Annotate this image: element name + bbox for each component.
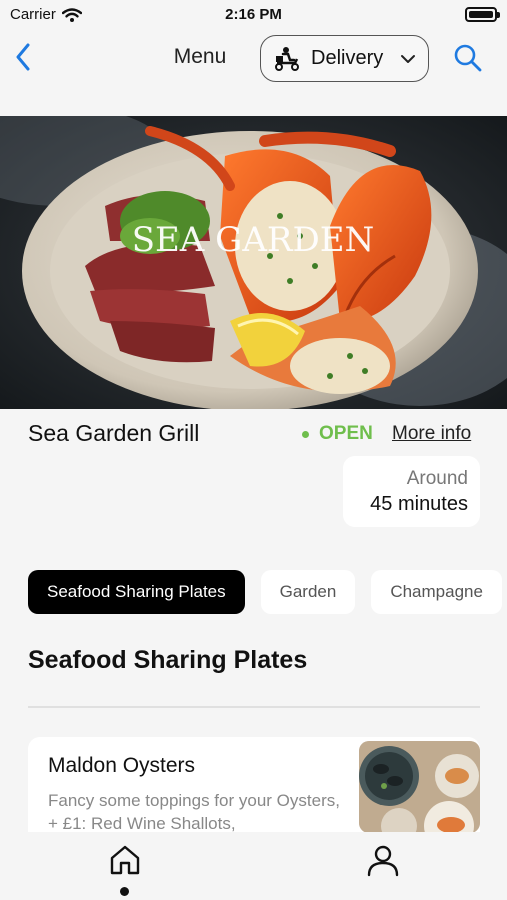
open-status-badge: OPEN [302, 423, 373, 445]
scooter-icon [275, 46, 299, 71]
delivery-time-value: 45 minutes [370, 493, 468, 515]
category-chip-garden[interactable]: Garden [260, 570, 356, 614]
menu-item-description: Fancy some toppings for your Oysters, + … [48, 791, 340, 833]
battery-icon [465, 7, 500, 22]
status-bar: Carrier 2:16 PM [0, 0, 507, 30]
home-icon [110, 845, 140, 875]
more-info-link[interactable]: More info [392, 423, 471, 445]
chevron-down-icon [400, 54, 416, 64]
menu-item-card[interactable]: Maldon Oysters Fancy some toppings for y… [28, 737, 480, 833]
restaurant-hero-image: SEA GARDEN [0, 116, 507, 409]
tab-home[interactable] [105, 840, 145, 880]
page-title: Menu [173, 45, 227, 68]
delivery-mode-selector[interactable]: Delivery [260, 35, 429, 82]
hero-logo-text: SEA GARDEN [132, 220, 375, 260]
category-chip-seafood-sharing-plates[interactable]: Seafood Sharing Plates [28, 570, 245, 614]
menu-item-name: Maldon Oysters [48, 754, 196, 777]
category-chip-champagne[interactable]: Champagne [371, 570, 502, 614]
menu-item-image [359, 741, 480, 833]
search-button[interactable] [448, 40, 488, 76]
search-icon [454, 44, 482, 72]
category-chips: Seafood Sharing Plates Garden Champagne [28, 570, 507, 615]
tab-profile[interactable] [363, 840, 403, 880]
restaurant-name: Sea Garden Grill [28, 420, 200, 446]
section-divider [28, 706, 480, 708]
active-tab-indicator [120, 887, 129, 896]
back-button[interactable] [8, 40, 38, 74]
person-icon [367, 845, 399, 877]
delivery-time-card: Around 45 minutes [343, 456, 480, 527]
delivery-label: Delivery [311, 47, 384, 69]
section-heading: Seafood Sharing Plates [28, 646, 308, 674]
tab-bar [0, 832, 507, 900]
nav-bar: Menu Delivery [0, 30, 507, 88]
open-status-label: OPEN [319, 423, 373, 444]
delivery-time-prefix: Around [406, 468, 468, 489]
chevron-left-icon [16, 43, 30, 71]
status-dot-icon [302, 430, 309, 438]
clock: 2:16 PM [225, 6, 282, 23]
